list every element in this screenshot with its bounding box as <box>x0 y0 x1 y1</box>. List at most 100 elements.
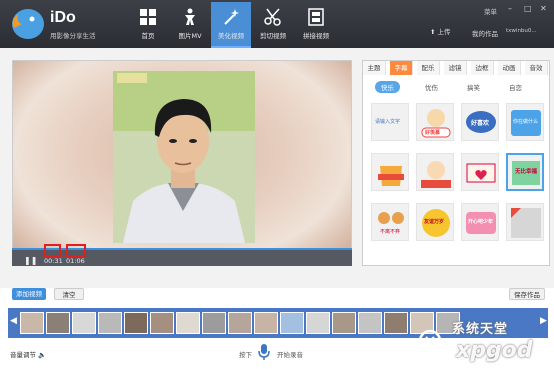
tab-animation[interactable]: 动画 <box>498 61 521 75</box>
sticker-label: 开心吧少年 <box>468 219 494 225</box>
scroll-left-icon[interactable]: ◀ <box>10 316 17 326</box>
sticker-friendship[interactable]: 友谊万岁 <box>416 203 454 241</box>
sticker-label: 友谊万岁 <box>424 219 445 225</box>
sticker-label: 好喜欢 <box>471 120 490 127</box>
sticker-envy[interactable]: 好羡慕 <box>416 103 454 141</box>
sticker-label: 无比幸福 <box>515 169 538 175</box>
frame-thumbnail[interactable] <box>124 312 148 334</box>
scissors-icon <box>264 8 281 26</box>
minimize-icon[interactable]: – <box>508 4 512 13</box>
sticker-never-leave[interactable]: 不离不弃 <box>371 203 409 241</box>
nav-cut-label: 剪切视频 <box>260 32 286 40</box>
sticker-label: 你在做什么 <box>513 119 539 125</box>
video-frame-photo <box>113 71 255 243</box>
player-controls <box>12 248 352 266</box>
watermark-url: xpgod <box>456 338 533 363</box>
add-video-button[interactable]: 添加视频 <box>12 288 46 300</box>
volume-control[interactable]: 音量调节 🔈 <box>10 349 46 359</box>
frame-thumbnail[interactable] <box>176 312 200 334</box>
sticker-cheer-up[interactable]: 开心吧少年 <box>461 203 499 241</box>
sticker-cake[interactable] <box>371 153 409 191</box>
sticker-art <box>378 212 404 224</box>
video-preview[interactable] <box>12 60 352 266</box>
highlight-box <box>44 244 61 257</box>
ido-logo-icon <box>12 9 44 39</box>
sticker-label: 请输入文字 <box>375 119 401 125</box>
maximize-icon[interactable]: □ <box>524 4 532 13</box>
nav-photo-mv-label: 图片MV <box>178 32 202 40</box>
upload-label: 上传 <box>437 28 451 36</box>
tab-border[interactable]: 边框 <box>471 61 494 75</box>
pause-icon[interactable]: ❚❚ <box>24 256 37 265</box>
sticker-i-love-you[interactable] <box>461 153 499 191</box>
film-icon <box>308 8 324 26</box>
frame-thumbnail[interactable] <box>332 312 356 334</box>
highlight-box <box>66 244 86 257</box>
effects-panel: 主题 字幕 配乐 滤镜 边框 动画 音效 快乐 忧伤 搞笑 自恋 请输入文字 好… <box>362 60 550 266</box>
sticker-art <box>511 208 541 238</box>
tab-filter[interactable]: 滤镜 <box>444 61 467 75</box>
sticker-art <box>421 161 451 188</box>
nav-cut-video[interactable]: 剪切视频 <box>253 2 293 48</box>
microphone-icon[interactable] <box>257 343 271 361</box>
frame-thumbnail[interactable] <box>46 312 70 334</box>
sticker-art <box>466 163 496 183</box>
user-name[interactable]: txwinbu0... <box>506 28 537 34</box>
save-work-button[interactable]: 保存作品 <box>509 288 545 300</box>
frame-thumbnail[interactable] <box>384 312 408 334</box>
upload-icon: ⬆ <box>430 28 436 36</box>
nav-home[interactable]: 首页 <box>128 2 168 48</box>
sticker-loading[interactable] <box>506 203 544 241</box>
subtab-narcissism[interactable]: 自恋 <box>509 82 522 92</box>
figure-icon <box>185 8 195 25</box>
sticker-label: 不离不弃 <box>380 229 401 235</box>
nav-join-label: 拼接视频 <box>303 32 329 40</box>
frame-thumbnail[interactable] <box>20 312 44 334</box>
sticker-text-input[interactable]: 请输入文字 <box>371 103 409 141</box>
sticker-art <box>378 166 404 186</box>
frame-thumbnail[interactable] <box>306 312 330 334</box>
frame-thumbnail[interactable] <box>72 312 96 334</box>
person-portrait <box>113 71 255 243</box>
my-works-link[interactable]: 我的作品 <box>472 28 498 38</box>
subtab-funny[interactable]: 搞笑 <box>467 82 480 92</box>
sticker-happiness[interactable]: 无比幸福 <box>506 153 544 191</box>
close-icon[interactable]: ✕ <box>540 4 547 13</box>
nav-join-video[interactable]: 拼接视频 <box>296 2 336 48</box>
menu-link[interactable]: 菜单 <box>484 6 497 16</box>
nav-home-label: 首页 <box>141 32 155 40</box>
frame-thumbnail[interactable] <box>98 312 122 334</box>
progress-bar[interactable] <box>12 248 352 250</box>
app-subtitle: 用影像分享生活 <box>50 32 96 40</box>
volume-label: 音量调节 <box>10 351 36 359</box>
clear-button[interactable]: 清空 <box>54 288 84 300</box>
tab-theme[interactable]: 主题 <box>363 61 386 75</box>
speaker-icon: 🔈 <box>38 351 47 359</box>
total-time: 01:06 <box>66 257 85 265</box>
sticker-label: 好羡慕 <box>425 130 441 136</box>
frame-thumbnail[interactable] <box>358 312 382 334</box>
upload-button[interactable]: ⬆ 上传 <box>430 26 451 36</box>
sticker-question[interactable]: 你在做什么 <box>506 103 544 141</box>
sticker-happy-girl[interactable] <box>416 153 454 191</box>
tab-sound-effect[interactable]: 音效 <box>525 61 548 75</box>
tab-subtitle[interactable]: 字幕 <box>390 61 413 75</box>
tab-music[interactable]: 配乐 <box>417 61 440 75</box>
small-stamp-icon <box>117 73 147 83</box>
subtab-happy[interactable]: 快乐 <box>375 81 400 93</box>
press-label: 按下 <box>239 351 252 359</box>
magic-wand-icon <box>224 9 239 25</box>
nav-photo-mv[interactable]: 图片MV <box>170 2 210 48</box>
nav-beautify-video[interactable]: 美化视频 <box>211 2 251 48</box>
frame-thumbnail[interactable] <box>202 312 226 334</box>
start-recording-label[interactable]: 开始录音 <box>277 349 303 359</box>
sticker-love[interactable]: 好喜欢 <box>461 103 499 141</box>
frame-thumbnail[interactable] <box>228 312 252 334</box>
sticker-art <box>421 109 451 138</box>
subtab-sad[interactable]: 忧伤 <box>425 82 438 92</box>
frame-thumbnail[interactable] <box>150 312 174 334</box>
grid-icon <box>140 9 156 25</box>
frame-thumbnail[interactable] <box>254 312 278 334</box>
current-time: 00:31 <box>44 257 63 265</box>
frame-thumbnail[interactable] <box>280 312 304 334</box>
